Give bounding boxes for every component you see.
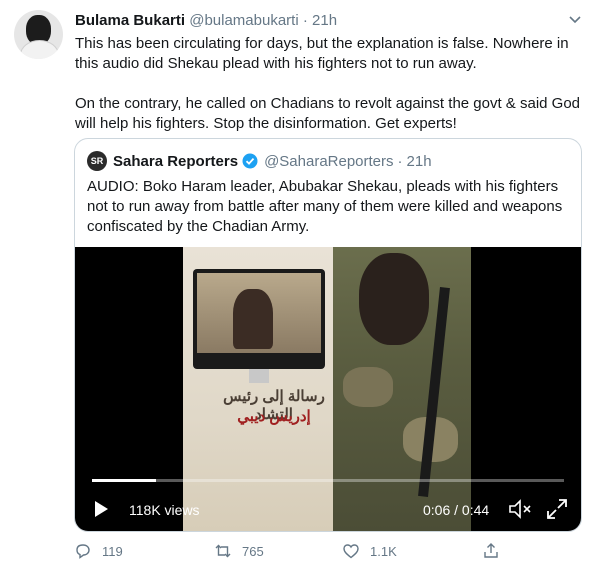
retweet-button[interactable]: 765	[214, 542, 264, 560]
video-progress-bar[interactable]	[92, 479, 564, 482]
tweet-actions: 119 765 1.1K	[74, 540, 574, 564]
author-handle[interactable]: @bulamabukarti	[189, 12, 298, 29]
monitor-figure	[233, 289, 273, 349]
quoted-author-handle: @SaharaReporters	[264, 152, 394, 170]
volume-muted-icon[interactable]	[507, 497, 533, 521]
like-count: 1.1K	[370, 543, 397, 559]
video-frame: رسالة إلى رئيس التشاد إدريس ديبي	[183, 247, 471, 531]
view-count: 118K views	[129, 502, 200, 518]
tweet-time[interactable]: 21h	[312, 12, 337, 29]
play-icon[interactable]	[91, 499, 111, 519]
retweet-count: 765	[242, 543, 264, 559]
monitor-stand	[249, 369, 269, 383]
share-button[interactable]	[482, 542, 510, 560]
share-icon	[484, 543, 498, 558]
speaker-figure	[333, 247, 471, 531]
video-caption-line2: إدريس ديبي	[237, 408, 311, 425]
avatar-shirt	[20, 40, 59, 59]
quoted-avatar: SR	[87, 151, 107, 171]
separator-dot: ·	[302, 12, 308, 29]
quoted-tweet-header: SR Sahara Reporters @SaharaReporters · 2…	[87, 151, 432, 171]
heart-icon	[343, 544, 359, 559]
author-name[interactable]: Bulama Bukarti	[75, 12, 185, 29]
video-progress-fill	[92, 479, 157, 482]
quoted-author-name: Sahara Reporters	[113, 152, 239, 170]
verified-badge-icon	[242, 153, 258, 169]
avatar[interactable]	[14, 10, 63, 59]
video-controls: 118K views 0:06 / 0:44	[75, 495, 581, 525]
chevron-down-icon[interactable]	[567, 11, 583, 27]
reply-button[interactable]: 119	[74, 542, 123, 560]
reply-count: 119	[102, 543, 123, 559]
tweet-text: This has been circulating for days, but …	[75, 35, 581, 132]
retweet-icon	[215, 544, 231, 558]
reply-icon	[76, 544, 90, 559]
video-timecode: 0:06 / 0:44	[423, 502, 490, 518]
quoted-tweet-time: 21h	[406, 152, 432, 170]
like-button[interactable]: 1.1K	[342, 542, 397, 560]
monitor-image	[193, 269, 325, 383]
tweet: Bulama Bukarti @bulamabukarti · 21h This…	[0, 0, 604, 572]
speaker-head	[359, 253, 429, 345]
fullscreen-icon[interactable]	[545, 497, 569, 521]
tweet-header: Bulama Bukarti @bulamabukarti · 21h	[75, 12, 337, 29]
quoted-tweet-text: AUDIO: Boko Haram leader, Abubakar Sheka…	[87, 178, 563, 235]
camouflage-patch	[343, 367, 393, 407]
video-player[interactable]: رسالة إلى رئيس التشاد إدريس ديبي 118K vi…	[75, 247, 581, 531]
separator-dot: ·	[397, 152, 403, 170]
quoted-tweet[interactable]: SR Sahara Reporters @SaharaReporters · 2…	[74, 138, 582, 532]
